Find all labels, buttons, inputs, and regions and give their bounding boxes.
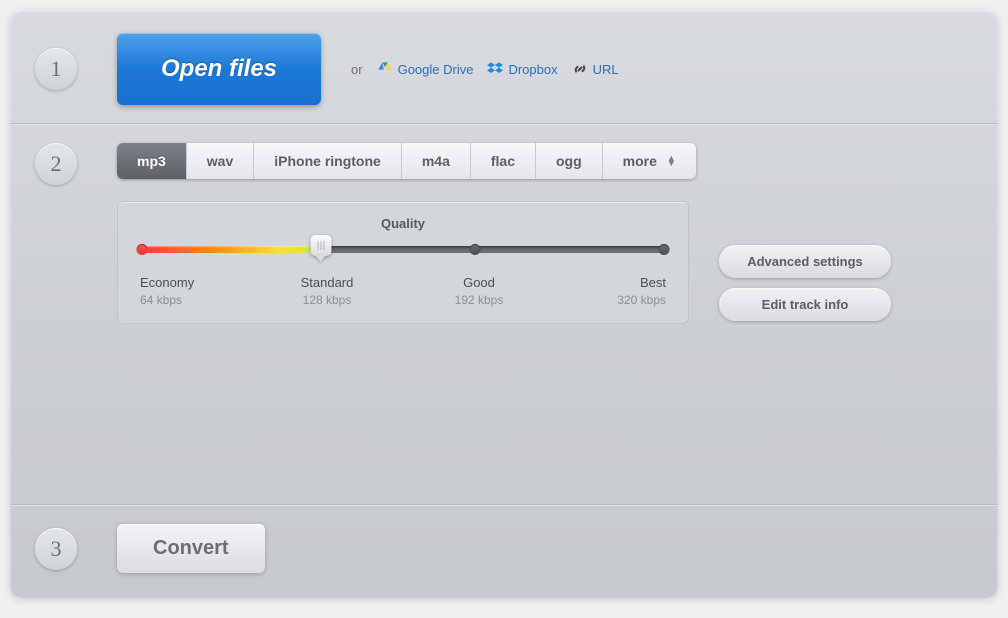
format-tab-more[interactable]: more ▲▼ (603, 143, 696, 179)
slider-notch-best (659, 244, 670, 255)
google-drive-label: Google Drive (398, 62, 474, 77)
quality-name: Standard (301, 275, 354, 290)
quality-name: Good (463, 275, 495, 290)
step-2-content: mp3 wav iPhone ringtone m4a flac ogg mor… (117, 143, 973, 504)
step-2-row: 2 mp3 wav iPhone ringtone m4a flac ogg m… (35, 125, 973, 504)
slider-notch-economy (137, 244, 148, 255)
quality-name: Best (640, 275, 666, 290)
format-tab-m4a[interactable]: m4a (402, 143, 471, 179)
format-tab-wav[interactable]: wav (187, 143, 254, 179)
step-number-3: 3 (35, 528, 77, 570)
url-label: URL (593, 62, 619, 77)
converter-panel: 1 Open files or Google Drive Dropbox UR (10, 10, 998, 598)
format-tab-ogg[interactable]: ogg (536, 143, 603, 179)
quality-label-standard: Standard 128 kbps (292, 275, 362, 307)
quality-panel: Quality Economy (117, 201, 689, 324)
url-link[interactable]: URL (572, 61, 619, 77)
quality-bitrate: 320 kbps (596, 293, 666, 307)
step-3-row: 3 Convert (35, 506, 973, 573)
dropbox-link[interactable]: Dropbox (487, 61, 557, 77)
quality-slider[interactable] (142, 243, 664, 257)
slider-fill (142, 246, 321, 253)
dropbox-icon (487, 61, 503, 77)
step-number-1: 1 (35, 48, 77, 90)
quality-bitrate: 128 kbps (292, 293, 362, 307)
or-text: or (351, 62, 363, 77)
chevron-updown-icon: ▲▼ (667, 156, 676, 166)
google-drive-link[interactable]: Google Drive (377, 61, 474, 77)
file-sources: or Google Drive Dropbox URL (351, 61, 619, 77)
step-2-side-buttons: Advanced settings Edit track info (719, 245, 891, 324)
step-1-row: 1 Open files or Google Drive Dropbox UR (35, 25, 973, 123)
link-icon (572, 61, 588, 77)
quality-labels: Economy 64 kbps Standard 128 kbps Good 1… (140, 275, 666, 307)
quality-label-economy: Economy 64 kbps (140, 275, 210, 307)
dropbox-label: Dropbox (508, 62, 557, 77)
edit-track-info-button[interactable]: Edit track info (719, 288, 891, 321)
quality-label-good: Good 192 kbps (444, 275, 514, 307)
quality-title: Quality (140, 216, 666, 231)
format-tab-flac[interactable]: flac (471, 143, 536, 179)
slider-thumb[interactable] (310, 235, 331, 262)
format-tab-iphone[interactable]: iPhone ringtone (254, 143, 402, 179)
more-label: more (623, 153, 657, 169)
slider-notch-good (470, 244, 481, 255)
format-tab-mp3[interactable]: mp3 (117, 143, 187, 179)
format-tabs: mp3 wav iPhone ringtone m4a flac ogg mor… (117, 143, 696, 179)
quality-bitrate: 64 kbps (140, 293, 210, 307)
quality-name: Economy (140, 275, 194, 290)
advanced-settings-button[interactable]: Advanced settings (719, 245, 891, 278)
quality-label-best: Best 320 kbps (596, 275, 666, 307)
quality-bitrate: 192 kbps (444, 293, 514, 307)
step-number-2: 2 (35, 143, 77, 185)
convert-button[interactable]: Convert (117, 524, 265, 573)
open-files-button[interactable]: Open files (117, 33, 321, 105)
google-drive-icon (377, 61, 393, 77)
